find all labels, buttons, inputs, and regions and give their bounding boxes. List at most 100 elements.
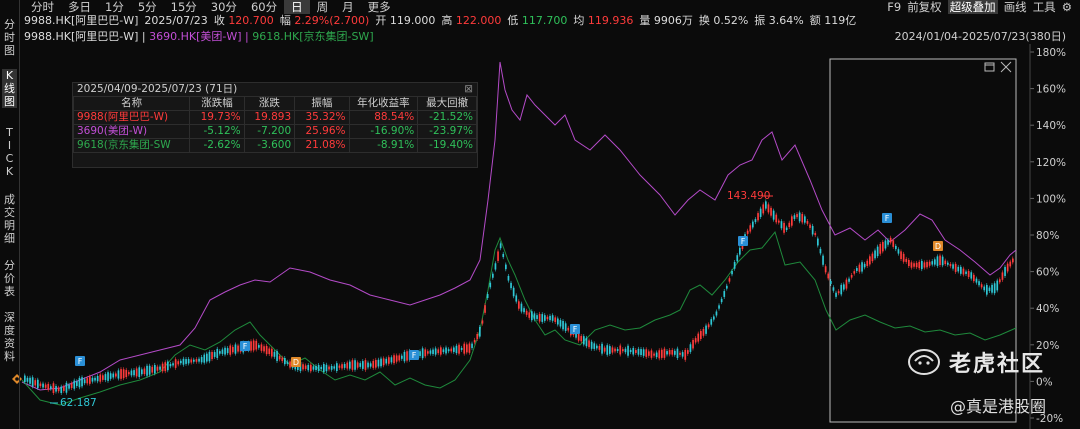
period-tabs: 分时 多日 1分 5分 15分 30分 60分日周月更多 (0, 0, 398, 14)
y-tick-label: 100% (1036, 193, 1066, 205)
stats-table: 名称 涨跌幅 涨跌 振幅 年化收益率 最大回撤 9988(阿里巴巴-W) 19.73% 19.8… (72, 96, 477, 153)
stats-cell: -16.90% (348, 124, 419, 139)
period-tab-4[interactable]: 15分 (164, 0, 204, 14)
y-tick-label: 140% (1036, 120, 1066, 132)
quote-volume: 量 9906万 (639, 14, 693, 27)
table-row[interactable]: 3690(美团-W) -5.12% -7.200 25.96% -16.90% -23.9… (72, 124, 477, 139)
f-marker-icon[interactable]: F (240, 341, 250, 351)
quote-low: 低 117.700 (507, 14, 568, 27)
period-tab-0[interactable]: 分时 (24, 0, 61, 14)
svg-text:D: D (935, 242, 941, 251)
quote-turnover: 换 0.52% (698, 14, 749, 27)
d-marker-icon[interactable]: D (291, 357, 301, 367)
stats-header-0: 名称 (72, 96, 191, 111)
stats-cell: -8.91% (348, 138, 419, 153)
table-row[interactable]: 9988(阿里巴巴-W) 19.73% 19.893 35.32% 88.54% -21.… (72, 110, 477, 125)
tool-button-3[interactable]: 画线 (1004, 0, 1027, 14)
period-tab-6[interactable]: 60分 (244, 0, 284, 14)
tool-button-4[interactable]: 工具 (1033, 0, 1056, 14)
right-toolbar: F9 前复权 超级叠加 画线 工具 ⚙ (887, 0, 1072, 14)
stats-cell: 25.96% (294, 124, 350, 139)
close-icon[interactable]: ⊠ (464, 83, 473, 96)
legend-jd[interactable]: 9618.HK[京东集团-SW] (252, 30, 373, 43)
series-legend: 9988.HK[阿里巴巴-W] | 3690.HK[美团-W] | 9618.H… (24, 30, 374, 43)
stats-cell: -21.52% (417, 110, 477, 125)
y-tick-label: 160% (1036, 84, 1066, 96)
stats-cell: -3.600 (243, 138, 296, 153)
period-tab-3[interactable]: 5分 (131, 0, 164, 14)
stats-header-4: 年化收益率 (348, 96, 419, 111)
stats-title: 2025/04/09-2025/07/23 (71日) (77, 83, 238, 95)
alibaba-candles (24, 199, 1014, 396)
date-range: 2024/01/04-2025/07/23(380日) (894, 30, 1066, 43)
watermark-brand: 老虎社区 (907, 346, 1045, 378)
stats-cell: 9618(京东集团-SW (72, 138, 191, 153)
period-tab-7[interactable]: 日 (284, 0, 310, 14)
y-tick-label: 80% (1036, 230, 1059, 242)
tool-button-0[interactable]: F9 (887, 0, 901, 14)
stats-cell: 19.73% (189, 110, 245, 125)
quote-line: 9988.HK[阿里巴巴-W] 2025/07/23 收 120.700 幅 2… (24, 14, 856, 28)
selection-box-icons[interactable] (984, 61, 1012, 73)
stats-cell: 35.32% (294, 110, 350, 125)
gear-icon[interactable]: ⚙ (1062, 0, 1072, 14)
svg-text:D: D (293, 358, 299, 367)
legend-meituan[interactable]: 3690.HK[美团-W] | (149, 30, 249, 43)
f-marker-icon[interactable]: F (738, 236, 748, 246)
quote-change: 幅 2.29%(2.700) (279, 14, 370, 27)
stats-cell: 3690(美团-W) (72, 124, 191, 139)
f-marker-icon[interactable]: F (75, 356, 85, 366)
period-tab-10[interactable]: 更多 (361, 0, 398, 14)
y-tick-label: 0% (1036, 376, 1053, 388)
period-tab-2[interactable]: 1分 (98, 0, 131, 14)
quote-amplitude: 振 3.64% (754, 14, 804, 27)
stats-cell: 21.08% (294, 138, 350, 153)
y-tick-label: 60% (1036, 267, 1059, 279)
f-marker-icon[interactable]: F (570, 324, 580, 334)
f-marker-icon[interactable]: F (882, 213, 892, 223)
legend-alibaba[interactable]: 9988.HK[阿里巴巴-W] | (24, 30, 146, 43)
quote-symbol: 9988.HK[阿里巴巴-W] (24, 14, 139, 27)
period-tab-1[interactable]: 多日 (61, 0, 98, 14)
stats-cell: -23.97% (417, 124, 477, 139)
tab-intraday[interactable]: 分时图 (2, 18, 17, 57)
interval-stats-panel[interactable]: 2025/04/09-2025/07/23 (71日) ⊠ 名称 涨跌幅 涨跌 振幅 年化… (72, 82, 478, 168)
period-tab-5[interactable]: 30分 (204, 0, 244, 14)
tab-kline[interactable]: K线图 (2, 69, 17, 108)
left-tab-bar: 分时图 K线图 TICK 成交明细 分价表 深度资料 (0, 0, 20, 429)
tab-depth-info[interactable]: 深度资料 (2, 311, 17, 363)
quote-avg: 均 119.936 (573, 14, 634, 27)
d-marker-icon[interactable]: D (933, 241, 943, 251)
annotation-high: 143.490 (727, 190, 773, 202)
quote-high: 高 122.000 (441, 14, 502, 27)
stats-cell: -7.200 (243, 124, 296, 139)
table-row[interactable]: 9618(京东集团-SW -2.62% -3.600 21.08% -8.91% -19.… (72, 138, 477, 153)
tab-tick[interactable]: TICK (2, 126, 17, 178)
stats-cell: 19.893 (243, 110, 296, 125)
tiger-logo-icon (908, 349, 940, 375)
stats-header-3: 振幅 (294, 96, 350, 111)
quote-open: 开 119.000 (375, 14, 436, 27)
stats-header-5: 最大回撤 (417, 96, 477, 111)
quote-date: 2025/07/23 (144, 14, 208, 27)
svg-text:F: F (243, 342, 248, 351)
stats-cell: 88.54% (348, 110, 419, 125)
stats-header-2: 涨跌 (243, 96, 296, 111)
quote-close: 收 120.700 (213, 14, 274, 27)
y-tick-label: 40% (1036, 303, 1059, 315)
tool-button-2[interactable]: 超级叠加 (947, 0, 998, 14)
tab-price-distribution[interactable]: 分价表 (2, 259, 17, 298)
jd-series-line (21, 230, 1017, 406)
y-tick-label: 180% (1036, 47, 1066, 59)
period-tab-9[interactable]: 月 (335, 0, 361, 14)
stats-cell: -2.62% (189, 138, 245, 153)
tool-button-1[interactable]: 前复权 (907, 0, 942, 14)
tab-trade-detail[interactable]: 成交明细 (2, 193, 17, 245)
period-tab-8[interactable]: 周 (310, 0, 336, 14)
watermark-handle: @真是港股圈 (950, 397, 1047, 416)
f-marker-icon[interactable]: F (409, 350, 419, 360)
svg-text:F: F (573, 325, 578, 334)
svg-text:F: F (741, 237, 746, 246)
stats-cell: -5.12% (189, 124, 245, 139)
stats-cell: 9988(阿里巴巴-W) (72, 110, 191, 125)
